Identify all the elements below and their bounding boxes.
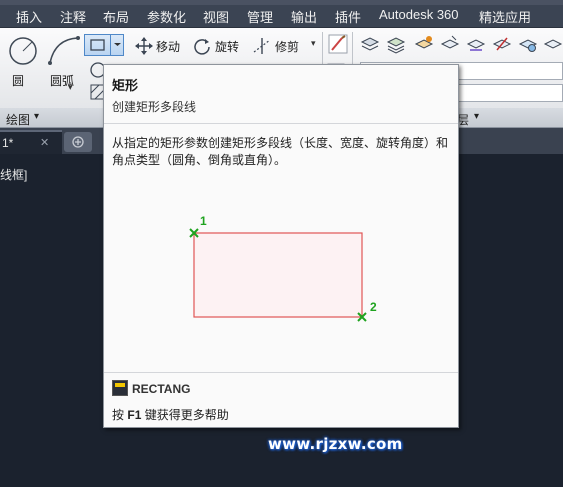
new-tab-button[interactable]	[64, 132, 92, 152]
illustration-rectangle	[193, 232, 363, 318]
menu-annotate[interactable]: 注释	[60, 7, 86, 26]
layer-isolate-icon[interactable]	[414, 34, 434, 54]
layers-panel-dropdown-icon[interactable]: ▾	[474, 111, 479, 122]
rotate-button[interactable]: 旋转	[215, 38, 239, 55]
draw-panel-title[interactable]: 绘图	[6, 111, 30, 128]
layer-state-icon[interactable]	[386, 34, 406, 54]
autocad-window: 插入 注释 布局 参数化 视图 管理 输出 插件 Autodesk 360 精选…	[0, 0, 563, 487]
tooltip-help-text: 按 F1 键获得更多帮助	[112, 406, 229, 423]
tooltip-subtitle: 创建矩形多段线	[112, 100, 197, 114]
layer-unisolate-icon[interactable]	[440, 34, 460, 54]
menu-plugins[interactable]: 插件	[335, 7, 361, 26]
layer-match-icon[interactable]	[466, 34, 486, 54]
menu-insert[interactable]: 插入	[16, 7, 42, 26]
tooltip-separator	[104, 372, 458, 373]
menu-view[interactable]: 视图	[203, 7, 229, 26]
rectangle-dropdown-arrow[interactable]	[110, 34, 124, 56]
layer-freeze-icon[interactable]	[518, 34, 538, 54]
trim-dropdown-icon[interactable]: ▾	[311, 38, 316, 49]
trim-icon	[253, 38, 271, 54]
trim-button[interactable]: 修剪	[275, 38, 299, 55]
layer-lock-icon[interactable]	[543, 34, 563, 54]
move-button[interactable]: 移动	[156, 38, 180, 55]
tooltip-command-name: RECTANG	[132, 382, 191, 396]
command-icon	[112, 380, 128, 396]
help-suffix: 键获得更多帮助	[144, 408, 229, 422]
chevron-down-icon	[114, 43, 121, 46]
rectangle-tooltip: 矩形 创建矩形多段线 从指定的矩形参数创建矩形多段线（长度、宽度、旋转角度）和角…	[103, 64, 459, 428]
watermark: www.rjzxw.com	[268, 435, 403, 453]
match-properties-icon[interactable]	[328, 34, 348, 54]
title-strip	[0, 0, 563, 5]
tooltip-title: 矩形	[112, 78, 139, 93]
tooltip-description: 从指定的矩形参数创建矩形多段线（长度、宽度、旋转角度）和角点类型（圆角、倒角或直…	[112, 136, 449, 167]
menu-layout[interactable]: 布局	[103, 7, 129, 26]
arc-icon	[48, 36, 80, 65]
menu-output[interactable]: 输出	[291, 7, 317, 26]
close-icon[interactable]: ✕	[40, 136, 49, 149]
layer-previous-icon[interactable]	[492, 34, 512, 54]
rectangle-illustration: 1 2	[189, 214, 377, 322]
point-2-label: 2	[370, 300, 377, 314]
move-icon	[135, 37, 153, 55]
plus-icon	[72, 136, 84, 148]
menu-manage[interactable]: 管理	[247, 7, 273, 26]
rotate-icon	[194, 39, 210, 55]
menu-parametric[interactable]: 参数化	[147, 7, 186, 26]
point-1-label: 1	[200, 214, 207, 228]
layer-properties-icon[interactable]	[360, 34, 380, 54]
help-key: F1	[127, 408, 142, 422]
document-tab[interactable]: 1* ✕	[0, 130, 62, 154]
rectangle-icon	[90, 39, 105, 51]
help-prefix: 按	[112, 408, 125, 422]
document-tab-label: 1*	[2, 136, 14, 150]
tooltip-separator	[104, 123, 458, 124]
menu-autodesk360[interactable]: Autodesk 360	[379, 7, 459, 22]
viewport-style-label[interactable]: 线框]	[0, 166, 27, 183]
menu-featured-apps[interactable]: 精选应用	[479, 7, 531, 26]
arc-dropdown-icon[interactable]: ▾	[68, 82, 73, 93]
menu-bar: 插入 注释 布局 参数化 视图 管理 输出 插件 Autodesk 360 精选…	[0, 0, 563, 28]
draw-panel-dropdown-icon[interactable]: ▾	[34, 111, 39, 122]
circle-label: 圆	[12, 74, 25, 88]
circle-icon	[9, 37, 37, 65]
